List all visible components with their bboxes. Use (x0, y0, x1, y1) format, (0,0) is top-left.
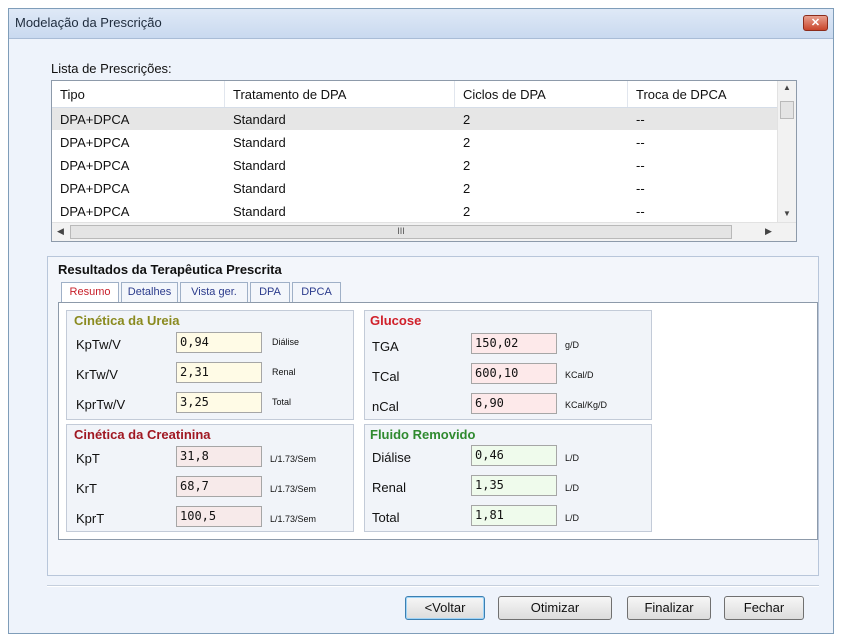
label-ncal: nCal (372, 399, 399, 414)
label-kptwv: KpTw/V (76, 337, 121, 352)
cell-ciclos: 2 (463, 181, 471, 196)
unit-dialise: L/D (565, 453, 580, 463)
vertical-scroll-thumb[interactable] (780, 101, 794, 119)
field-kprt[interactable]: 100,5 (176, 506, 262, 527)
scroll-right-arrow-icon[interactable]: ▶ (765, 226, 772, 237)
column-header-ciclos[interactable]: Ciclos de DPA (463, 87, 546, 102)
title-bar[interactable]: Modelação da Prescrição ✕ (9, 9, 833, 39)
back-button[interactable]: <Voltar (405, 596, 485, 620)
prescription-list[interactable]: Tipo Tratamento de DPA Ciclos de DPA Tro… (51, 80, 797, 242)
label-krt: KrT (76, 481, 97, 496)
label-dialise: Diálise (372, 450, 412, 465)
label-kprt: KprT (76, 511, 105, 526)
field-dialise[interactable]: 0,46 (471, 445, 557, 466)
label-tga: TGA (372, 339, 399, 354)
scroll-left-arrow-icon[interactable]: ◀ (57, 226, 64, 237)
cell-troca: -- (636, 135, 645, 150)
field-total[interactable]: 1,81 (471, 505, 557, 526)
horizontal-scroll-thumb[interactable]: III (70, 225, 732, 239)
column-header-troca[interactable]: Troca de DPCA (636, 87, 727, 102)
label-tcal: TCal (372, 369, 400, 384)
cell-ciclos: 2 (463, 135, 471, 150)
unit-renal: L/D (565, 483, 580, 493)
cell-troca: -- (636, 204, 645, 219)
cell-tratamento: Standard (233, 112, 286, 127)
table-row[interactable]: DPA+DPCA Standard 2 -- (52, 131, 779, 153)
scroll-down-arrow-icon[interactable]: ▼ (783, 209, 791, 218)
table-row[interactable]: DPA+DPCA Standard 2 -- (52, 108, 779, 130)
tab-vista-ger[interactable]: Vista ger. (180, 282, 248, 302)
table-row[interactable]: DPA+DPCA Standard 2 -- (52, 177, 779, 199)
tab-resumo[interactable]: Resumo (61, 282, 119, 304)
cell-tratamento: Standard (233, 204, 286, 219)
column-header-tratamento[interactable]: Tratamento de DPA (233, 87, 346, 102)
unit-tga: g/D (565, 340, 580, 350)
cell-tipo: DPA+DPCA (60, 158, 130, 173)
tab-dpca[interactable]: DPCA (292, 282, 341, 302)
prescription-list-label: Lista de Prescrições: (51, 61, 172, 76)
unit-krtwv: Renal (272, 367, 296, 377)
field-krtwv[interactable]: 2,31 (176, 362, 262, 383)
bottom-separator (47, 585, 819, 587)
cell-ciclos: 2 (463, 204, 471, 219)
list-header: Tipo Tratamento de DPA Ciclos de DPA Tro… (52, 81, 779, 108)
cell-ciclos: 2 (463, 158, 471, 173)
cell-tipo: DPA+DPCA (60, 181, 130, 196)
field-tga[interactable]: 150,02 (471, 333, 557, 354)
tab-dpa[interactable]: DPA (250, 282, 290, 302)
group-title-glucose: Glucose (370, 313, 422, 328)
field-kprtwv[interactable]: 3,25 (176, 392, 262, 413)
finish-button[interactable]: Finalizar (627, 596, 711, 620)
unit-kpt: L/1.73/Sem (270, 454, 317, 464)
cell-troca: -- (636, 181, 645, 196)
cell-troca: -- (636, 112, 645, 127)
unit-ncal: KCal/Kg/D (565, 400, 608, 410)
cell-tipo: DPA+DPCA (60, 204, 130, 219)
tab-detalhes[interactable]: Detalhes (121, 282, 178, 302)
unit-kprt: L/1.73/Sem (270, 514, 317, 524)
unit-total: L/D (565, 513, 580, 523)
unit-krt: L/1.73/Sem (270, 484, 317, 494)
label-total: Total (372, 510, 400, 525)
scroll-up-arrow-icon[interactable]: ▲ (783, 83, 791, 92)
cell-troca: -- (636, 158, 645, 173)
field-kptwv[interactable]: 0,94 (176, 332, 262, 353)
results-title: Resultados da Terapêutica Prescrita (58, 262, 282, 277)
cell-tratamento: Standard (233, 135, 286, 150)
group-title-creatinina: Cinética da Creatinina (74, 427, 211, 442)
label-krtwv: KrTw/V (76, 367, 118, 382)
group-title-ureia: Cinética da Ureia (74, 313, 180, 328)
horizontal-scrollbar[interactable]: ◀ III ▶ (52, 222, 796, 241)
cell-tratamento: Standard (233, 181, 286, 196)
close-window-button[interactable]: ✕ (803, 15, 828, 31)
cell-ciclos: 2 (463, 112, 471, 127)
field-kpt[interactable]: 31,8 (176, 446, 262, 467)
label-renal: Renal (372, 480, 406, 495)
cell-tratamento: Standard (233, 158, 286, 173)
unit-tcal: KCal/D (565, 370, 594, 380)
close-button[interactable]: Fechar (724, 596, 804, 620)
field-tcal[interactable]: 600,10 (471, 363, 557, 384)
cell-tipo: DPA+DPCA (60, 112, 130, 127)
field-krt[interactable]: 68,7 (176, 476, 262, 497)
unit-kptwv: Diálise (272, 337, 300, 347)
optimize-button[interactable]: Otimizar (498, 596, 612, 620)
window-title: Modelação da Prescrição (15, 15, 162, 30)
column-header-tipo[interactable]: Tipo (60, 87, 85, 102)
unit-kprtwv: Total (272, 397, 292, 407)
field-renal[interactable]: 1,35 (471, 475, 557, 496)
vertical-scrollbar[interactable]: ▲ ▼ (777, 81, 796, 223)
field-ncal[interactable]: 6,90 (471, 393, 557, 414)
label-kpt: KpT (76, 451, 100, 466)
group-title-fluido: Fluido Removido (370, 427, 476, 442)
table-row[interactable]: DPA+DPCA Standard 2 -- (52, 154, 779, 176)
table-row[interactable]: DPA+DPCA Standard 2 -- (52, 200, 779, 222)
label-kprtwv: KprTw/V (76, 397, 126, 412)
cell-tipo: DPA+DPCA (60, 135, 130, 150)
